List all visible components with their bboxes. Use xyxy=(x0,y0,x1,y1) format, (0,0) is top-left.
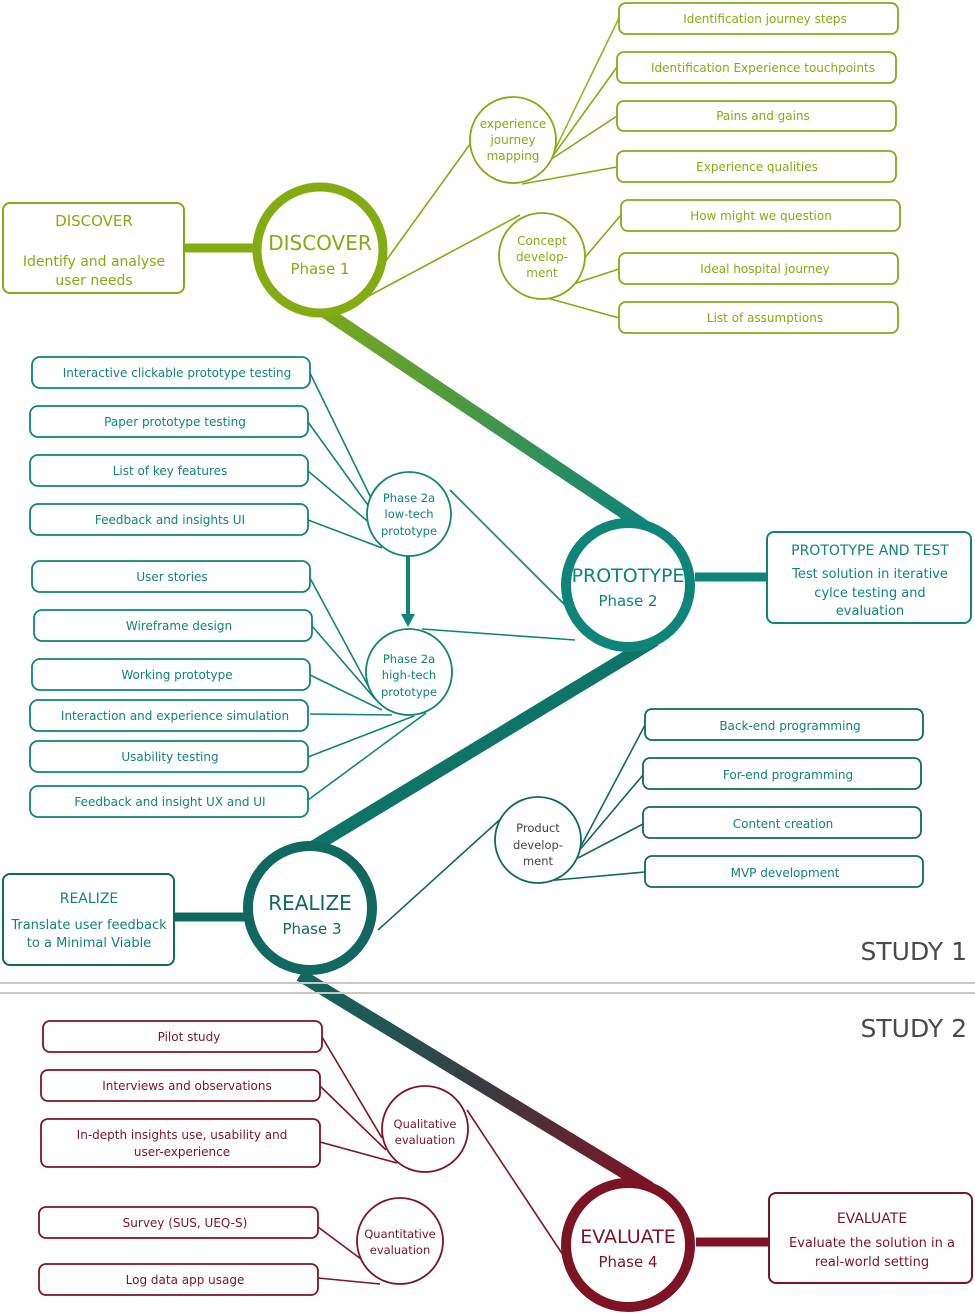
item-label: Identification Experience touchpoints xyxy=(651,61,875,75)
item-label: Log data app usage xyxy=(126,1273,245,1287)
subnode-label: Phase 2a xyxy=(383,652,435,666)
spine-realize-evaluate xyxy=(296,969,654,1194)
item-label: Content creation xyxy=(733,817,834,831)
study-2-label: STUDY 2 xyxy=(861,1014,967,1043)
item-label: List of key features xyxy=(113,464,228,478)
item-label: Wireframe design xyxy=(126,619,232,633)
item-label: Interactive clickable prototype testing xyxy=(63,366,291,380)
item-label: Experience qualities xyxy=(696,160,818,174)
subnode-quantitative-evaluation[interactable] xyxy=(356,1197,444,1285)
item-label: Interviews and observations xyxy=(102,1079,271,1093)
subnode-label: develop- xyxy=(513,838,563,852)
item-label: How might we question xyxy=(690,209,832,223)
item-label: For-end programming xyxy=(723,768,853,782)
evaluate-circle-title: EVALUATE xyxy=(580,1226,675,1248)
item-label: List of assumptions xyxy=(707,311,823,325)
spine-discover-prototype xyxy=(296,289,654,536)
subnode-label: low-tech xyxy=(385,507,434,521)
realize-box-line: Translate user feedback xyxy=(10,918,167,933)
realize-circle-subtitle: Phase 3 xyxy=(282,920,341,938)
prototype-box-line: cylce testing and xyxy=(814,586,925,601)
subnode-label: high-tech xyxy=(382,668,436,682)
subnode-label: evaluation xyxy=(370,1243,431,1257)
evaluate-box-title: EVALUATE xyxy=(837,1211,907,1227)
item-label: Working prototype xyxy=(121,668,232,682)
discover-circle-title: DISCOVER xyxy=(268,231,372,255)
subnode-label: experience xyxy=(480,117,547,131)
subnode-label: evaluation xyxy=(395,1133,456,1147)
subnode-label: Concept xyxy=(517,234,567,248)
evaluate-texts: EVALUATE Phase 4 EVALUATE Evaluate the s… xyxy=(77,1030,955,1287)
item-label: Feedback and insight UX and UI xyxy=(74,795,265,809)
item-label: Paper prototype testing xyxy=(104,415,246,429)
prototype-box-title: PROTOTYPE AND TEST xyxy=(791,543,949,559)
item-label: Interaction and experience simulation xyxy=(61,709,289,723)
item-label: user-experience xyxy=(134,1145,230,1159)
subnode-label: Phase 2a xyxy=(383,491,435,505)
discover-circle-subtitle: Phase 1 xyxy=(290,260,349,278)
item-label: Pilot study xyxy=(158,1030,221,1044)
subnode-label: mapping xyxy=(487,149,540,163)
subnode-label: Product xyxy=(516,821,560,835)
prototype-circle-title: PROTOTYPE xyxy=(572,565,685,587)
discover-box-line: user needs xyxy=(55,273,132,289)
prototype-box-line: evaluation xyxy=(836,604,904,619)
item-label: In-depth insights use, usability and xyxy=(77,1128,288,1142)
subnode-label: ment xyxy=(523,854,554,868)
item-label: Pains and gains xyxy=(716,109,810,123)
discover-box-line: Identify and analyse xyxy=(23,254,165,270)
evaluate-box-line: Evaluate the solution in a xyxy=(789,1236,955,1251)
item-label: MVP development xyxy=(731,866,840,880)
subnode-label: develop- xyxy=(516,250,568,264)
subnode-label: prototype xyxy=(381,524,437,538)
prototype-box-line: Test solution in iterative xyxy=(791,567,948,582)
realize-circle-title: REALIZE xyxy=(268,891,352,915)
subnode-label: prototype xyxy=(381,685,437,699)
evaluate-circle-subtitle: Phase 4 xyxy=(598,1253,657,1271)
design-process-diagram: STUDY 1 STUDY 2 DISCOVER Phase 1 DISCOVE… xyxy=(0,2,975,1312)
spine xyxy=(296,289,659,1194)
item-label: Survey (SUS, UEQ-S) xyxy=(123,1216,248,1230)
prototype-circle-subtitle: Phase 2 xyxy=(598,592,657,610)
item-label: Feedback and insights UI xyxy=(95,513,245,527)
item-box[interactable] xyxy=(40,1118,321,1168)
item-label: Identification journey steps xyxy=(683,12,847,26)
realize-box-line: to a Minimal Viable xyxy=(27,936,151,951)
subnode-label: ment xyxy=(526,266,558,280)
evaluate-box-line: real-world setting xyxy=(815,1255,929,1270)
item-label: Back-end programming xyxy=(719,719,860,733)
subnode-label: journey xyxy=(489,133,535,147)
discover-box-title: DISCOVER xyxy=(55,212,133,230)
realize-box-title: REALIZE xyxy=(60,891,119,907)
item-label: Usability testing xyxy=(121,750,218,764)
study-1-label: STUDY 1 xyxy=(861,937,967,966)
item-label: User stories xyxy=(136,570,207,584)
subnode-label: Quantitative xyxy=(364,1227,436,1241)
item-label: Ideal hospital journey xyxy=(700,262,830,276)
subnode-label: Qualitative xyxy=(394,1117,457,1131)
